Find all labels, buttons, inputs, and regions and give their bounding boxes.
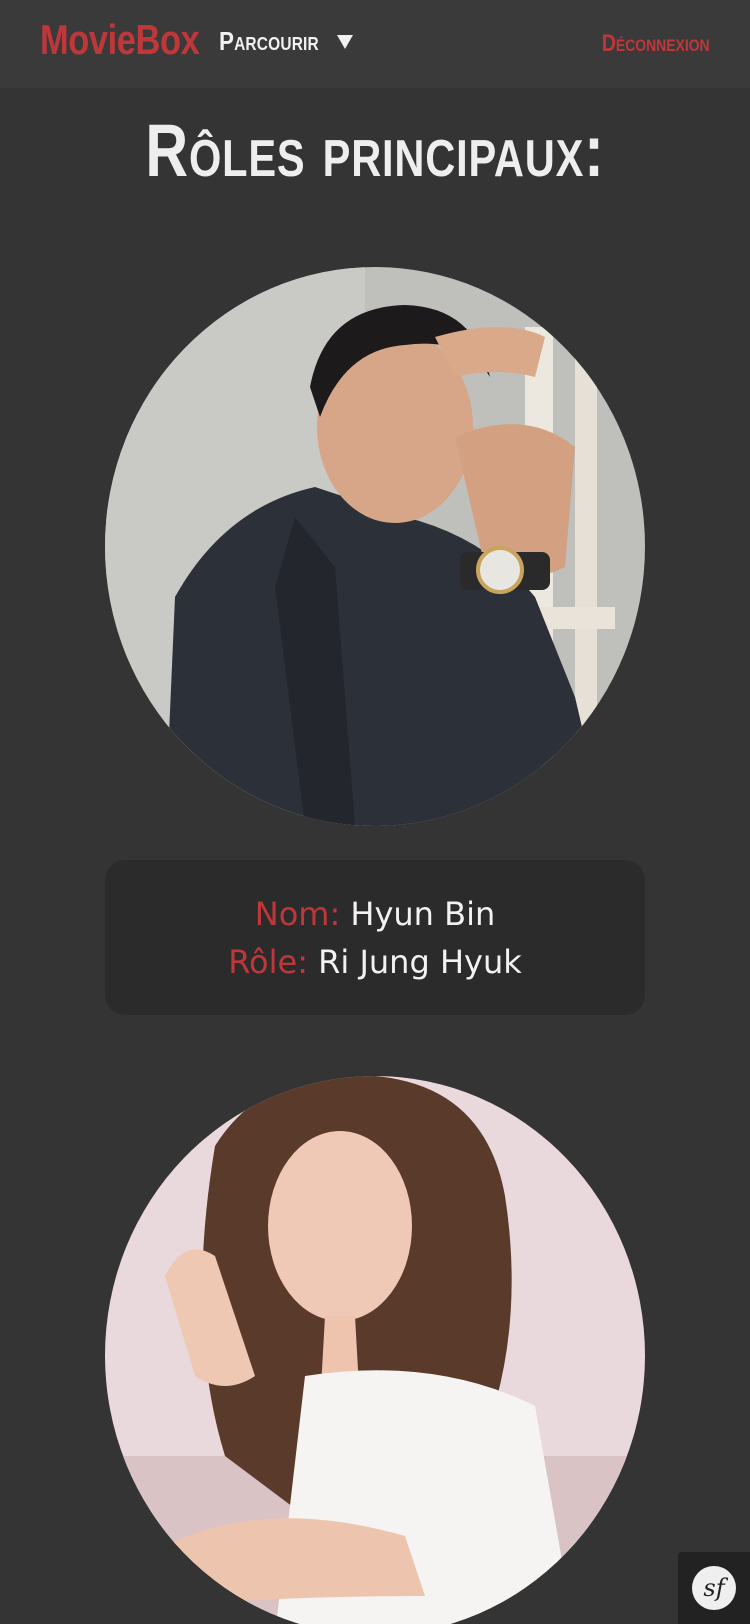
actor-role-line: Rôle: Ri Jung Hyuk xyxy=(228,943,522,981)
page-title-text: Rôles principaux: xyxy=(145,109,605,192)
page: MovieBox Parcourir Déconnexion Rôles pri… xyxy=(0,0,750,1624)
actor-name-line: Nom: Hyun Bin xyxy=(255,895,496,933)
name-label: Nom: xyxy=(254,894,341,933)
actor-photo xyxy=(105,1076,645,1624)
browse-label[interactable]: Parcourir xyxy=(219,26,319,57)
actor-portrait xyxy=(105,1076,645,1624)
browse-dropdown[interactable]: Parcourir xyxy=(219,26,354,57)
top-navbar: MovieBox Parcourir Déconnexion xyxy=(0,0,750,88)
caret-down-icon[interactable] xyxy=(337,34,354,49)
logout-link[interactable]: Déconnexion xyxy=(602,30,710,58)
actor-portrait xyxy=(105,267,645,826)
symfony-toolbar-toggle[interactable]: sf xyxy=(678,1552,750,1624)
actor-role: Ri Jung Hyuk xyxy=(318,942,522,981)
brand-logo[interactable]: MovieBox xyxy=(40,16,200,64)
actor-info-card: Nom: Hyun Bin Rôle: Ri Jung Hyuk xyxy=(105,860,645,1015)
actor-name: Hyun Bin xyxy=(350,894,496,933)
page-title: Rôles principaux: xyxy=(0,108,750,193)
symfony-icon[interactable]: sf xyxy=(692,1566,736,1610)
role-label: Rôle: xyxy=(228,942,308,981)
actor-photo xyxy=(105,267,645,826)
